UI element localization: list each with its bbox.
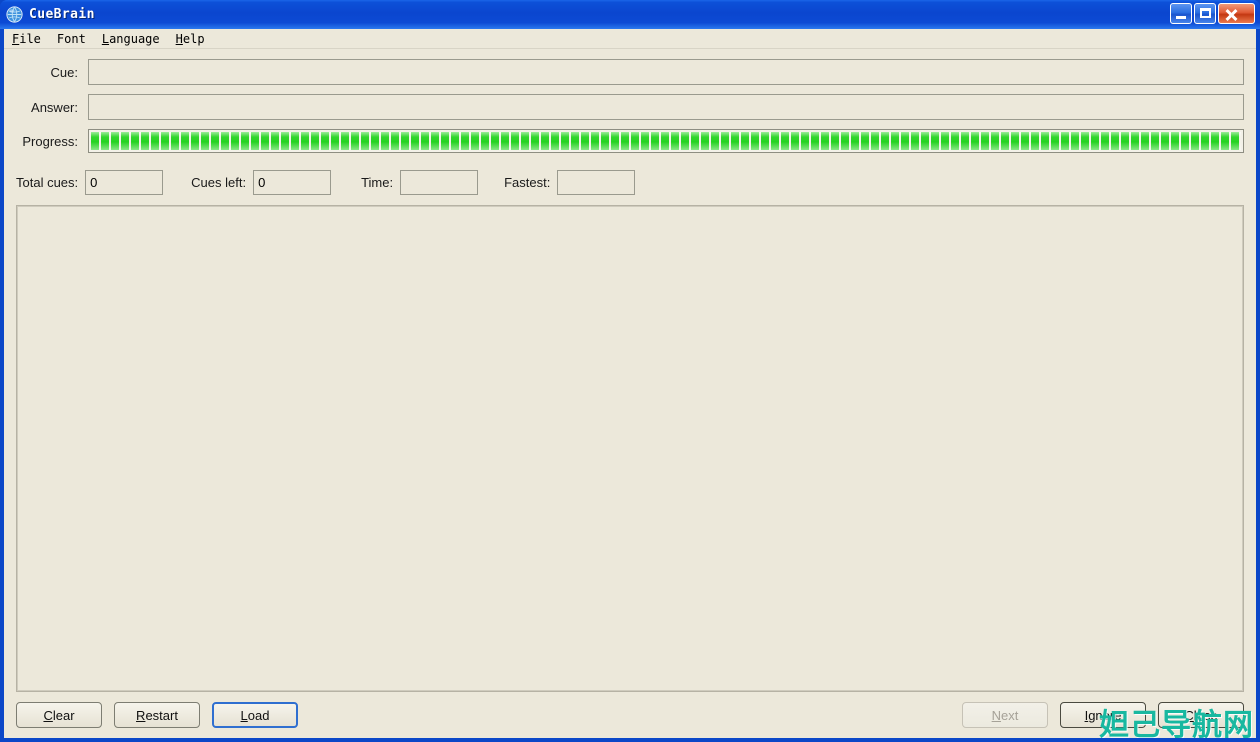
menu-item-file-rest: ile: [19, 31, 41, 46]
maximize-icon: [1200, 8, 1211, 18]
window-controls: [1170, 3, 1255, 24]
menu-item-file[interactable]: File: [12, 32, 49, 46]
content-panel[interactable]: [16, 205, 1244, 692]
next-button-rest: ext: [1001, 707, 1019, 723]
ignore-button[interactable]: Ignore: [1060, 702, 1146, 728]
progress-bar: [88, 129, 1244, 153]
time-label: Time:: [361, 175, 394, 190]
cues-left-label: Cues left:: [191, 175, 247, 190]
stats-row: Total cues: Cues left: Time: Fastest:: [4, 166, 1256, 195]
cue-input[interactable]: [88, 59, 1244, 85]
progress-label: Progress:: [22, 133, 78, 149]
close-button-rest: lose: [1193, 707, 1218, 723]
form-area: Cue: Answer: Progress:: [4, 49, 1256, 166]
ignore-button-rest: gnore: [1088, 707, 1122, 723]
menu-item-font[interactable]: Font: [57, 32, 94, 46]
progress-row: Progress:: [16, 129, 1244, 153]
menu-item-font-label: Font: [56, 31, 86, 46]
load-button[interactable]: Load: [212, 702, 298, 728]
answer-input[interactable]: [88, 94, 1244, 120]
close-window-button[interactable]: [1218, 3, 1255, 24]
button-bar: Clear Restart Load Next Ignore Close 妲己导…: [4, 692, 1256, 738]
menu-bar: File Font Language Help: [4, 29, 1256, 49]
client-area: File Font Language Help Cue: Answer: Pro…: [4, 29, 1256, 738]
clear-button-rest: lear: [52, 707, 75, 723]
content-text-area[interactable]: [17, 206, 1243, 691]
menu-item-language-rest: anguage: [109, 31, 160, 46]
cues-left-input[interactable]: [253, 170, 332, 195]
minimize-button[interactable]: [1170, 3, 1192, 24]
cue-row: Cue:: [16, 59, 1244, 85]
answer-label: Answer:: [31, 99, 78, 115]
globe-icon: [6, 6, 23, 23]
next-button: Next: [962, 702, 1048, 728]
fastest-label: Fastest:: [504, 175, 551, 190]
title-bar: CueBrain: [0, 0, 1260, 29]
restart-button-rest: estart: [145, 707, 178, 723]
answer-row: Answer:: [16, 94, 1244, 120]
load-button-rest: oad: [247, 707, 270, 723]
minimize-icon: [1176, 16, 1186, 19]
fastest-input[interactable]: [557, 170, 636, 195]
total-cues-label: Total cues:: [16, 175, 79, 190]
window-title: CueBrain: [29, 7, 95, 22]
total-cues-input[interactable]: [85, 170, 164, 195]
menu-item-help[interactable]: Help: [176, 32, 213, 46]
menu-item-help-rest: elp: [182, 31, 205, 46]
cue-label: Cue:: [50, 64, 78, 80]
menu-item-language[interactable]: Language: [102, 32, 168, 46]
clear-button[interactable]: Clear: [16, 702, 102, 728]
restart-button[interactable]: Restart: [114, 702, 200, 728]
progress-bar-fill: [91, 132, 1241, 150]
time-input[interactable]: [400, 170, 479, 195]
close-button[interactable]: Close: [1158, 702, 1244, 728]
maximize-button[interactable]: [1194, 3, 1216, 24]
application-window: CueBrain File Font Language Help Cue: An…: [0, 0, 1260, 742]
